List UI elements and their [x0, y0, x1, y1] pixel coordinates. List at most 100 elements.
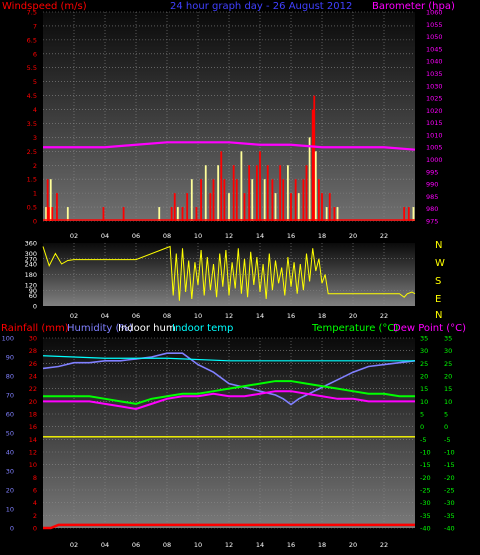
dir-y-tick: 180	[25, 271, 37, 279]
x-tick-label: 08	[163, 232, 171, 240]
temp-y-tick: -10	[444, 449, 455, 457]
dir-y-tick: 360	[25, 240, 37, 248]
rain-y-tick: 28	[29, 347, 37, 355]
wind-bar	[176, 207, 179, 221]
x-tick-label: 08	[163, 312, 171, 320]
x-tick-label: 02	[70, 541, 78, 549]
wind-bar	[287, 165, 289, 221]
temp-y-tick: 30	[444, 347, 452, 355]
temp-y-tick: -25	[444, 487, 455, 495]
wind-title: Windspeed (m/s)	[2, 1, 87, 12]
indoor-temp-label: Indoor temp	[172, 323, 233, 334]
humidity-y-tick: 100	[2, 335, 14, 343]
x-tick-label: 08	[163, 541, 171, 549]
x-tick-label: 06	[132, 312, 140, 320]
humidity-y-tick: 70	[6, 392, 14, 400]
wind-bar	[173, 193, 176, 221]
wind-y-tick: 1.5	[27, 176, 37, 184]
temp-y-tick: 25	[444, 360, 452, 368]
x-tick-label: 10	[194, 541, 202, 549]
baro-y-tick: 1000	[426, 156, 443, 164]
wind-bar	[407, 207, 410, 221]
wind-bar	[321, 193, 323, 221]
x-tick-label: 02	[70, 232, 78, 240]
wind-bar	[170, 207, 173, 221]
wind-bar	[209, 193, 212, 221]
rain-y-tick: 12	[29, 449, 37, 457]
x-tick-label: 14	[256, 312, 264, 320]
wind-bar	[311, 109, 314, 221]
wind-y-tick: 0	[33, 218, 37, 226]
dir-letter-w: W	[435, 258, 445, 269]
wind-bar	[333, 207, 336, 221]
wind-bar	[328, 193, 331, 221]
rain-y-tick: 2	[33, 512, 37, 520]
x-tick-label: 22	[380, 541, 388, 549]
wind-y-tick: 5.5	[27, 64, 37, 72]
rain-y-tick: 22	[29, 385, 37, 393]
dew-y-tick: -30	[420, 499, 431, 507]
temp-y-tick: 0	[444, 423, 448, 431]
baro-y-tick: 975	[426, 218, 438, 226]
wind-bar	[243, 193, 246, 221]
wind-bar	[186, 193, 189, 221]
x-tick-label: 12	[225, 312, 233, 320]
dew-y-tick: 30	[420, 347, 428, 355]
wind-bar	[305, 165, 308, 221]
wind-bar	[195, 207, 198, 221]
humidity-y-tick: 80	[6, 373, 14, 381]
baro-y-tick: 995	[426, 168, 438, 176]
wind-bar	[158, 207, 161, 221]
baro-y-tick: 1005	[426, 144, 443, 152]
rain-y-tick: 0	[33, 525, 37, 533]
wind-bar	[248, 165, 251, 221]
graph-title: 24 hour graph day - 26 August 2012	[170, 1, 352, 12]
baro-y-tick: 1050	[426, 33, 443, 41]
x-tick-label: 14	[256, 232, 264, 240]
baro-y-tick: 1030	[426, 82, 443, 90]
wind-bar	[403, 207, 406, 221]
baro-y-tick: 990	[426, 181, 438, 189]
baro-y-tick: 1025	[426, 95, 443, 103]
temp-y-tick: -20	[444, 474, 455, 482]
rain-y-tick: 20	[29, 398, 37, 406]
rain-y-tick: 24	[29, 373, 37, 381]
weather-24h-chart: 02 04 06 08 10 12 14 16 18 20 2202 04 06 08 10 12 14 16 18…	[1, 1, 466, 549]
dir-y-tick: 120	[25, 282, 37, 290]
dew-y-tick: 35	[420, 335, 428, 343]
baro-y-tick: 1055	[426, 21, 443, 29]
x-tick-label: 18	[318, 541, 326, 549]
wind-bar	[336, 207, 339, 221]
wind-y-tick: 2	[33, 162, 37, 170]
dir-y-tick: 0	[33, 303, 37, 311]
dew-y-tick: -25	[420, 487, 431, 495]
wind-y-tick: 6	[33, 50, 37, 58]
rain-y-tick: 14	[29, 436, 37, 444]
baro-y-tick: 980	[426, 205, 438, 213]
wind-bar	[266, 165, 269, 221]
wind-bar	[223, 179, 226, 221]
wind-bar	[102, 207, 105, 221]
dew-y-tick: 20	[420, 373, 428, 381]
wind-y-tick: 4	[33, 106, 37, 114]
wind-bar	[45, 207, 47, 221]
x-tick-label: 06	[132, 232, 140, 240]
temp-y-tick: 10	[444, 398, 452, 406]
wind-bar	[282, 179, 285, 221]
wind-bar	[181, 207, 184, 221]
x-tick-label: 16	[287, 541, 295, 549]
temp-y-tick: -40	[444, 525, 455, 533]
wind-bar	[122, 207, 125, 221]
dew-y-tick: 25	[420, 360, 428, 368]
barometer-title: Barometer (hpa)	[372, 1, 455, 12]
dew-y-tick: -20	[420, 474, 431, 482]
wind-bar	[274, 193, 277, 221]
wind-bar	[308, 137, 311, 221]
humidity-y-tick: 40	[6, 449, 14, 457]
rain-y-tick: 16	[29, 423, 37, 431]
dew-y-tick: -5	[420, 436, 426, 444]
wind-bar	[240, 151, 243, 221]
wind-bar	[56, 193, 58, 221]
baro-y-tick: 1020	[426, 107, 443, 115]
x-tick-label: 20	[349, 232, 357, 240]
